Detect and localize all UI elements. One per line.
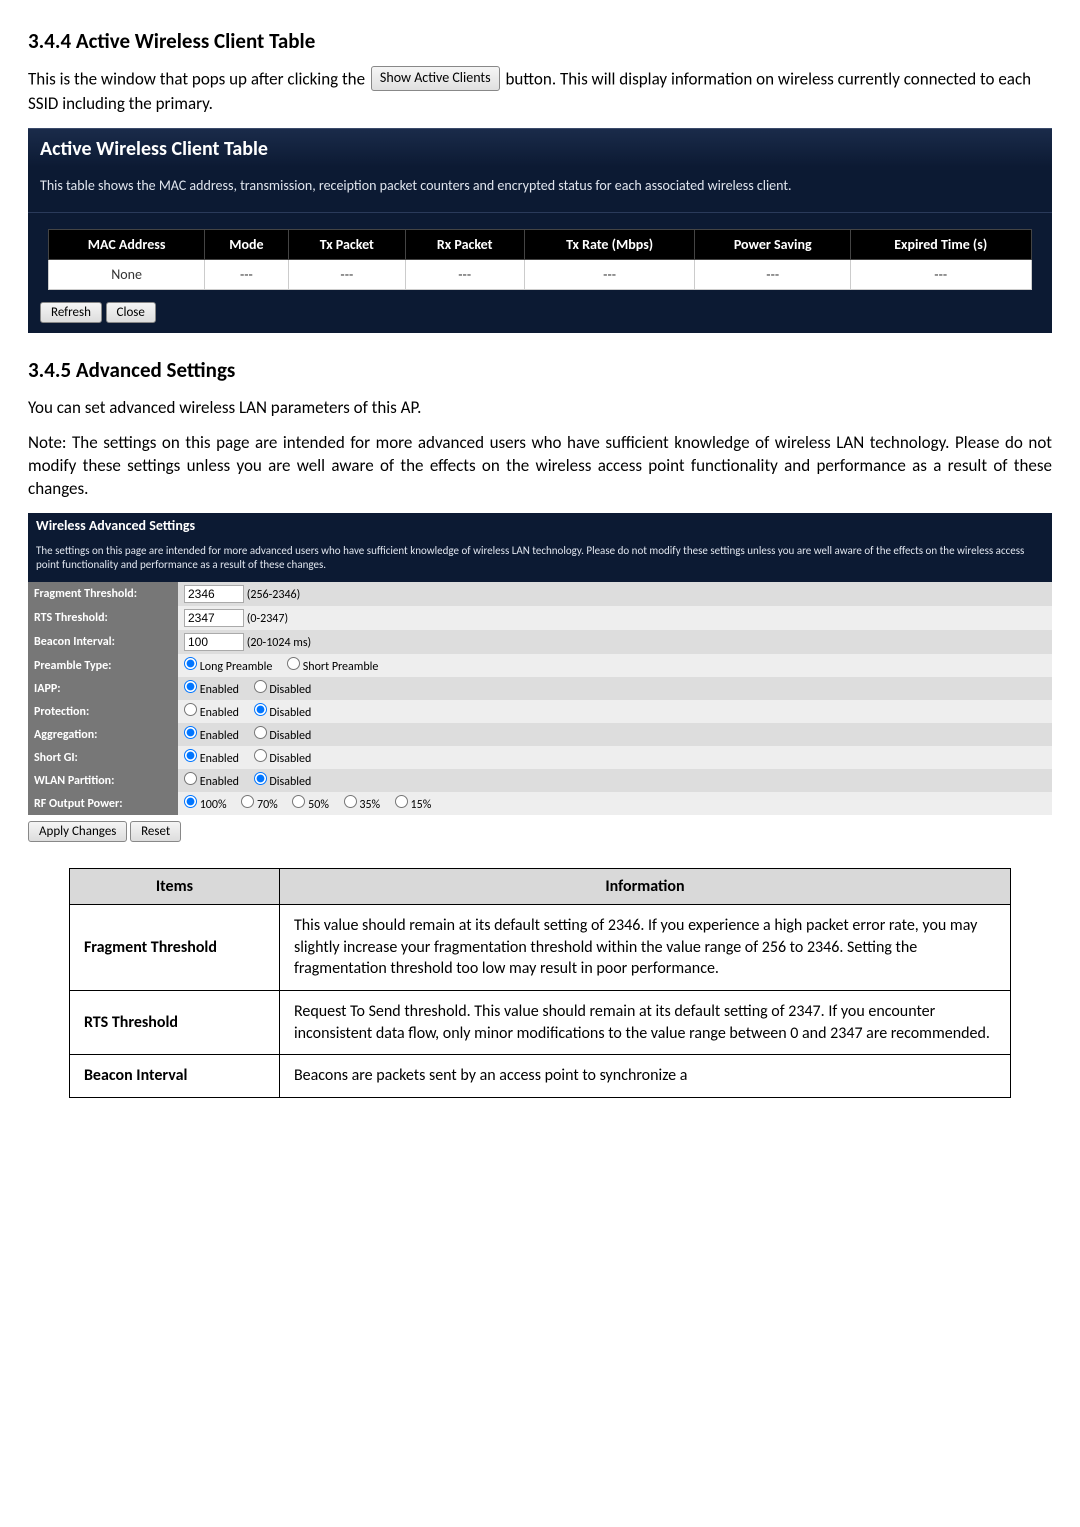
refresh-button[interactable]: Refresh [40, 302, 102, 323]
awct-panel-desc: This table shows the MAC address, transm… [28, 167, 1052, 213]
section-heading-344: 3.4.4 Active Wireless Client Table [28, 28, 1052, 54]
cell-rx: --- [405, 259, 524, 289]
iapp-disabled-label: Disabled [269, 683, 311, 697]
label-rf-output: RF Output Power: [28, 792, 178, 815]
rts-threshold-input[interactable] [184, 609, 244, 627]
rts-threshold-range: (0-2347) [247, 612, 288, 626]
items-information-table: Items Information Fragment Threshold Thi… [69, 868, 1011, 1098]
show-active-clients-button[interactable]: Show Active Clients [371, 66, 500, 91]
close-button[interactable]: Close [106, 302, 156, 323]
th-txpacket: Tx Packet [289, 229, 406, 259]
item-rts-threshold: RTS Threshold [69, 990, 279, 1054]
protection-disabled-radio[interactable] [254, 703, 267, 716]
rf-15-radio[interactable] [395, 795, 408, 808]
th-rxpacket: Rx Packet [405, 229, 524, 259]
th-information: Information [279, 869, 1010, 905]
aggregation-disabled-radio[interactable] [254, 726, 267, 739]
th-items: Items [69, 869, 279, 905]
table-row: Fragment Threshold This value should rem… [69, 905, 1010, 991]
wlan-disabled-label: Disabled [269, 775, 311, 789]
table-row: None --- --- --- --- --- --- [49, 259, 1031, 289]
label-beacon-interval: Beacon Interval: [28, 630, 178, 654]
table-row: RTS Threshold Request To Send threshold.… [69, 990, 1010, 1054]
iapp-disabled-radio[interactable] [254, 680, 267, 693]
fragment-threshold-input[interactable] [184, 585, 244, 603]
th-expired: Expired Time (s) [850, 229, 1031, 259]
shortgi-disabled-label: Disabled [269, 752, 311, 766]
wlan-disabled-radio[interactable] [254, 772, 267, 785]
shortgi-enabled-label: Enabled [200, 752, 239, 766]
preamble-long-label: Long Preamble [200, 660, 273, 674]
apply-changes-button[interactable]: Apply Changes [28, 821, 127, 842]
label-rts-threshold: RTS Threshold: [28, 606, 178, 630]
beacon-interval-range: (20-1024 ms) [247, 636, 311, 650]
preamble-long-radio[interactable] [184, 657, 197, 670]
label-wlan-partition: WLAN Partition: [28, 769, 178, 792]
awct-panel-title: Active Wireless Client Table [28, 129, 1052, 167]
cell-txrate: --- [524, 259, 695, 289]
section2-para2: Note: The settings on this page are inte… [28, 432, 1052, 501]
iapp-enabled-label: Enabled [200, 683, 239, 697]
beacon-interval-input[interactable] [184, 633, 244, 651]
info-fragment-threshold: This value should remain at its default … [279, 905, 1010, 991]
label-protection: Protection: [28, 700, 178, 723]
section1-paragraph: This is the window that pops up after cl… [28, 68, 1052, 116]
rf-100-label: 100% [200, 798, 227, 812]
info-rts-threshold: Request To Send threshold. This value sh… [279, 990, 1010, 1054]
th-txrate: Tx Rate (Mbps) [524, 229, 695, 259]
wlan-enabled-label: Enabled [200, 775, 239, 789]
cell-tx: --- [289, 259, 406, 289]
para1-pre: This is the window that pops up after cl… [28, 69, 365, 90]
label-shortgi: Short GI: [28, 746, 178, 769]
advanced-settings-table: Fragment Threshold: (256-2346) RTS Thres… [28, 582, 1052, 815]
section-heading-345: 3.4.5 Advanced Settings [28, 357, 1052, 383]
label-fragment-threshold: Fragment Threshold: [28, 582, 178, 606]
cell-mac: None [49, 259, 204, 289]
rf-15-label: 15% [411, 798, 432, 812]
active-wireless-client-panel: Active Wireless Client Table This table … [28, 128, 1052, 333]
adv-panel-desc: The settings on this page are intended f… [28, 538, 1052, 583]
fragment-threshold-range: (256-2346) [247, 588, 301, 602]
rf-70-radio[interactable] [241, 795, 254, 808]
shortgi-disabled-radio[interactable] [254, 749, 267, 762]
reset-button[interactable]: Reset [130, 821, 181, 842]
iapp-enabled-radio[interactable] [184, 680, 197, 693]
label-aggregation: Aggregation: [28, 723, 178, 746]
section2-para1: You can set advanced wireless LAN parame… [28, 397, 1052, 420]
rf-50-radio[interactable] [292, 795, 305, 808]
cell-mode: --- [204, 259, 288, 289]
rf-35-label: 35% [359, 798, 380, 812]
th-power: Power Saving [695, 229, 850, 259]
info-beacon-interval: Beacons are packets sent by an access po… [279, 1055, 1010, 1098]
preamble-short-label: Short Preamble [303, 660, 379, 674]
table-row: Beacon Interval Beacons are packets sent… [69, 1055, 1010, 1098]
protection-enabled-radio[interactable] [184, 703, 197, 716]
protection-disabled-label: Disabled [269, 706, 311, 720]
wireless-advanced-panel: Wireless Advanced Settings The settings … [28, 513, 1052, 849]
label-iapp: IAPP: [28, 677, 178, 700]
rf-50-label: 50% [308, 798, 329, 812]
th-mode: Mode [204, 229, 288, 259]
aggregation-disabled-label: Disabled [269, 729, 311, 743]
cell-power: --- [695, 259, 850, 289]
active-wireless-client-table: MAC Address Mode Tx Packet Rx Packet Tx … [48, 229, 1031, 290]
cell-expired: --- [850, 259, 1031, 289]
rf-35-radio[interactable] [344, 795, 357, 808]
item-fragment-threshold: Fragment Threshold [69, 905, 279, 991]
shortgi-enabled-radio[interactable] [184, 749, 197, 762]
label-preamble-type: Preamble Type: [28, 654, 178, 677]
rf-70-label: 70% [257, 798, 278, 812]
protection-enabled-label: Enabled [200, 706, 239, 720]
preamble-short-radio[interactable] [287, 657, 300, 670]
wlan-enabled-radio[interactable] [184, 772, 197, 785]
adv-panel-title: Wireless Advanced Settings [28, 513, 1052, 538]
rf-100-radio[interactable] [184, 795, 197, 808]
aggregation-enabled-radio[interactable] [184, 726, 197, 739]
aggregation-enabled-label: Enabled [200, 729, 239, 743]
item-beacon-interval: Beacon Interval [69, 1055, 279, 1098]
th-mac: MAC Address [49, 229, 204, 259]
